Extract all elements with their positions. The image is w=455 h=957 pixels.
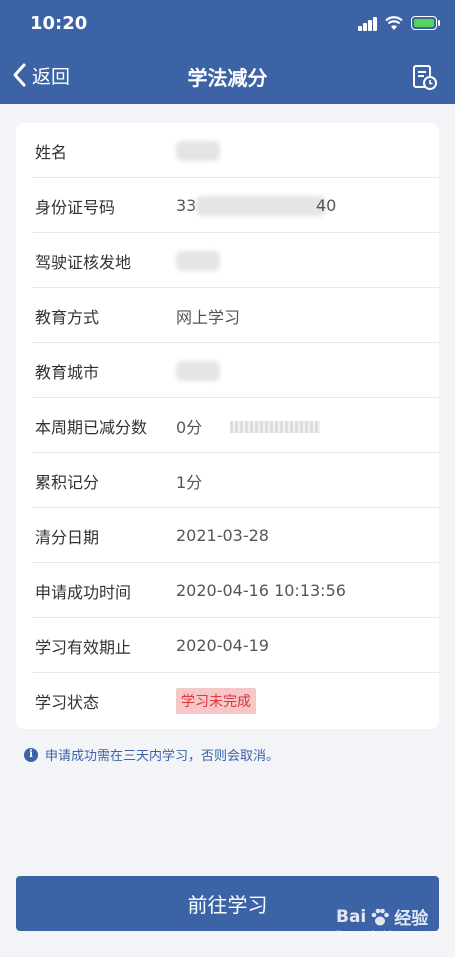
row-label: 本周期已减分数 [35,417,148,437]
row-value: 网上学习 [176,307,241,327]
row-value: 33 [176,196,197,215]
battery-cap [438,20,440,26]
row-label: 申请成功时间 [35,582,132,602]
row-label: 清分日期 [35,527,100,547]
row-accumulated-points: 累积记分 1分 [16,453,439,508]
notice-text: 申请成功需在三天内学习，否则会取消。 [45,749,280,764]
row-label: 姓名 [35,142,68,162]
row-apply-time: 申请成功时间 2020-04-16 10:13:56 [16,563,439,618]
redacted-value [196,196,326,216]
row-value: 1分 [176,472,203,492]
watermark-url: jingyan.baidu.com [336,930,420,940]
row-license-origin: 驾驶证核发地 [16,233,439,288]
row-label: 教育城市 [35,362,100,382]
row-valid-until: 学习有效期止 2020-04-19 [16,618,439,673]
redacted-bar [230,421,320,433]
page-title: 学法减分 [187,66,268,90]
row-education-city: 教育城市 [16,343,439,398]
row-value: 2020-04-16 10:13:56 [176,581,346,600]
row-label: 身份证号码 [35,197,116,217]
baidu-watermark: Bai 经验 [336,904,429,930]
row-education-method: 教育方式 网上学习 [16,288,439,343]
row-value: 2020-04-19 [176,636,269,655]
paw-icon [371,908,390,925]
row-value-end: 40 [316,196,337,215]
row-name: 姓名 [16,123,439,178]
watermark-bai: Bai [336,906,367,927]
info-card: 姓名 身份证号码 33 40 驾驶证核发地 教育方式 网上学习 教育城市 本周期… [16,123,439,729]
row-label: 驾驶证核发地 [35,252,132,272]
row-value: 0分 [176,417,203,437]
app-header: 10:20 返回 学法减分 [0,0,455,104]
row-clear-date: 清分日期 2021-03-28 [16,508,439,563]
notice: i 申请成功需在三天内学习，否则会取消。 [24,745,279,764]
row-study-status: 学习状态 学习未完成 [16,673,439,728]
redacted-value [176,251,220,271]
row-id-number: 身份证号码 33 40 [16,178,439,233]
go-study-label: 前往学习 [187,893,268,917]
watermark-jingyan: 经验 [394,909,429,929]
status-badge: 学习未完成 [176,688,256,714]
row-label: 学习状态 [35,692,100,712]
battery-icon [411,16,437,30]
info-icon: i [24,747,38,762]
status-time: 10:20 [30,13,88,34]
row-label: 教育方式 [35,307,100,327]
redacted-value [176,141,220,161]
row-value: 2021-03-28 [176,526,269,545]
row-label: 学习有效期止 [35,637,132,657]
nav-bar: 返回 学法减分 [0,48,455,104]
row-label: 累积记分 [35,472,100,492]
status-bar: 10:20 [0,0,455,48]
signal-icon [358,17,380,31]
wifi-icon [385,16,403,30]
document-history-icon[interactable] [410,63,438,91]
row-deducted-points: 本周期已减分数 0分 [16,398,439,453]
redacted-value [176,361,220,381]
